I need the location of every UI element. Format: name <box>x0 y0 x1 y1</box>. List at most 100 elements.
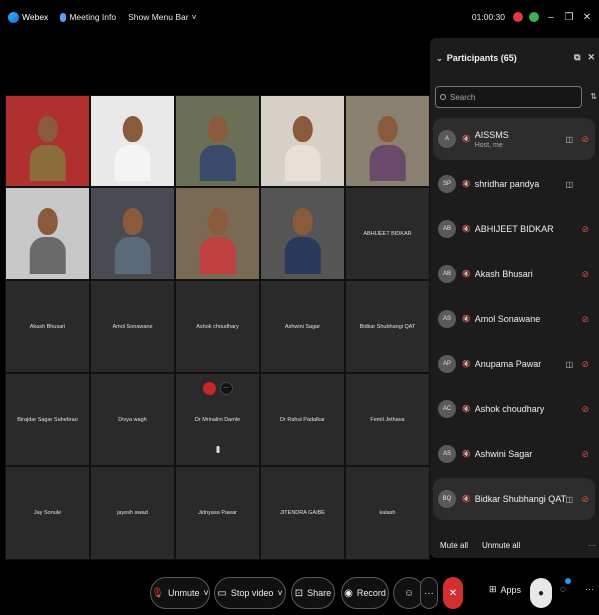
participant-video-feed <box>114 208 151 279</box>
participant-video-tile[interactable] <box>175 95 260 187</box>
tile-more-button[interactable]: ··· <box>219 382 233 395</box>
show-menu-bar-button[interactable]: Show Menu Bar ˅ <box>128 12 196 22</box>
tile-mute-icon[interactable] <box>202 382 216 395</box>
device-icon: 🔇 <box>462 451 471 458</box>
participant-search-input[interactable]: Search <box>435 86 582 108</box>
restore-button[interactable]: ❐ <box>563 12 575 23</box>
unmute-button[interactable]: 🎙 Unmute ˅ <box>150 577 210 609</box>
minimize-button[interactable]: – <box>545 12 557 23</box>
participant-name-tile[interactable]: Bidkar Shubhangi QAT <box>345 280 430 373</box>
participant-name-block: Ashok choudhary <box>475 404 595 414</box>
mic-muted-icon[interactable]: ⊘ <box>581 134 589 145</box>
participant-row[interactable]: AB 🔇 Akash Bhusari ⊘ <box>433 253 595 295</box>
more-options-button[interactable]: ··· <box>420 577 438 609</box>
participant-name-tile[interactable]: Dr Rahul Padalkar <box>260 373 345 466</box>
mute-all-button[interactable]: Mute all <box>440 541 468 550</box>
participant-name-tile[interactable]: Birajdar Sagar Sahebrao <box>5 373 90 466</box>
participants-panel: ⌄ Participants (65) ⧉ ✕ Search ⇅ A 🔇 AISSM… <box>430 38 599 558</box>
mic-muted-icon[interactable]: ⊘ <box>581 359 589 370</box>
participants-button[interactable]: ● <box>530 578 552 608</box>
apps-button[interactable]: ⊞ Apps <box>489 584 521 595</box>
record-button[interactable]: ◉ Record <box>341 577 389 609</box>
participant-name-tile[interactable]: jayesh awad <box>90 466 175 560</box>
participant-video-tile[interactable] <box>260 187 345 280</box>
torso <box>114 144 151 182</box>
participant-name: Ashwini Sagar <box>474 449 533 459</box>
participant-name-tile[interactable]: Jidnyasa Pawar <box>175 466 260 560</box>
participant-name-tile[interactable]: Divya wagh <box>90 373 175 466</box>
participant-video-tile[interactable] <box>175 187 260 280</box>
panel-more-button[interactable]: ··· <box>588 541 596 550</box>
participant-name: Akash Bhusari <box>474 269 533 279</box>
participant-name-tile[interactable]: Jay Sonule <box>5 466 90 560</box>
mic-muted-icon[interactable]: ⊘ <box>581 404 589 415</box>
participant-name-tile[interactable]: kalash <box>345 466 430 560</box>
camera-icon: ▭ <box>217 587 227 599</box>
participant-name-block: Akash Bhusari <box>475 269 595 279</box>
mic-muted-icon[interactable]: ⊘ <box>581 269 589 280</box>
participant-row[interactable]: AB 🔇 ABHIJEET BIDKAR ⊘ <box>433 208 595 250</box>
close-panel-icon[interactable]: ✕ <box>587 52 595 63</box>
participant-video-tile[interactable] <box>345 95 430 187</box>
participant-name-tile[interactable]: ABHIJEET BIDKAR <box>345 187 430 280</box>
participant-row[interactable]: A 🔇 AISSMS Host, me ◫ ⊘ <box>433 118 595 160</box>
chevron-down-icon: ˅ <box>277 588 283 598</box>
face <box>37 208 58 235</box>
mic-muted-icon[interactable]: ⊘ <box>581 314 589 325</box>
share-button[interactable]: ⊡ Share <box>291 577 335 609</box>
stop-video-button[interactable]: ▭ Stop video ˅ <box>214 577 286 609</box>
participant-row[interactable]: AS 🔇 Ashwini Sagar ⊘ <box>433 433 595 475</box>
popout-icon[interactable]: ⧉ <box>574 52 580 63</box>
participant-row[interactable]: AC 🔇 Ashok choudhary ⊘ <box>433 388 595 430</box>
participant-name-tile[interactable]: Ashwini Sagar <box>260 280 345 373</box>
device-icon: 🔇 <box>462 361 471 368</box>
participant-video-tile[interactable] <box>260 95 345 187</box>
participant-name-tile[interactable]: Dr Mrinalini Damle ··· <box>175 373 260 466</box>
chevron-down-icon: ˅ <box>203 588 209 598</box>
avatar: SP <box>438 175 456 193</box>
participant-row[interactable]: AS 🔇 Amol Sonawane ⊘ <box>433 298 595 340</box>
participant-name: AISSMS <box>474 129 509 140</box>
torso <box>114 237 151 275</box>
participant-tile-name: Femil Jethava <box>370 416 405 423</box>
participant-name-tile[interactable]: Femil Jethava <box>345 373 430 466</box>
participant-video-feed <box>199 115 236 186</box>
avatar: AP <box>438 355 456 373</box>
participant-tile-name: Amol Sonawane <box>112 323 153 330</box>
chat-button[interactable]: ◌ <box>560 578 571 595</box>
participant-name-tile[interactable]: JITENDRA GAIBE <box>260 466 345 560</box>
participant-name-tile[interactable]: Ashok choudhary <box>175 280 260 373</box>
participant-row[interactable]: AP 🔇 Anupama Pawar ◫ ⊘ <box>433 343 595 385</box>
share-screen-icon: ⊡ <box>294 587 304 599</box>
participant-video-tile[interactable] <box>5 95 90 187</box>
participant-name-tile[interactable]: Akash Bhusari <box>5 280 90 373</box>
collapse-chevron-icon[interactable]: ⌄ <box>436 54 443 63</box>
participant-video-tile[interactable] <box>5 187 90 280</box>
meeting-toolbar: 🎙 Unmute ˅ ▭ Stop video ˅ ⊡ Share ◉ Reco… <box>0 570 599 615</box>
participant-row[interactable]: BQ 🔇 Bidkar Shubhangi QAT ◫ ⊘ <box>433 478 595 520</box>
device-icon: 🔇 <box>462 226 471 233</box>
meeting-info-label: Meeting Info <box>69 12 117 22</box>
meeting-info-button[interactable]: Meeting Info <box>60 12 116 22</box>
close-window-button[interactable]: ✕ <box>581 12 593 23</box>
panel-footer: Mute all Unmute all ··· <box>440 541 596 550</box>
participant-row[interactable]: SP 🔇 shridhar pandya ◫ <box>433 163 595 205</box>
connection-status-icon <box>529 12 539 22</box>
participant-name-tile[interactable]: Amol Sonawane <box>90 280 175 373</box>
toolbar-overflow-button[interactable]: ··· <box>585 584 594 594</box>
info-icon <box>60 12 67 22</box>
leave-meeting-button[interactable]: ✕ <box>443 577 463 609</box>
mic-muted-icon[interactable]: ⊘ <box>581 449 589 460</box>
avatar: AB <box>438 265 456 283</box>
participant-video-tile[interactable] <box>90 95 175 187</box>
mic-muted-icon[interactable]: ⊘ <box>581 494 589 505</box>
sort-icon[interactable]: ⇅ <box>590 92 597 101</box>
avatar: AB <box>438 220 456 238</box>
participant-video-tile[interactable] <box>90 187 175 280</box>
title-bar-right: 01:00:30 – ❐ ✕ <box>472 0 593 34</box>
unmute-all-button[interactable]: Unmute all <box>482 541 520 550</box>
participants-header: ⌄ Participants (65) ⧉ ✕ <box>430 38 599 78</box>
apps-label: Apps <box>500 584 522 595</box>
device-icon: 🔇 <box>462 136 471 143</box>
mic-muted-icon[interactable]: ⊘ <box>581 224 589 235</box>
